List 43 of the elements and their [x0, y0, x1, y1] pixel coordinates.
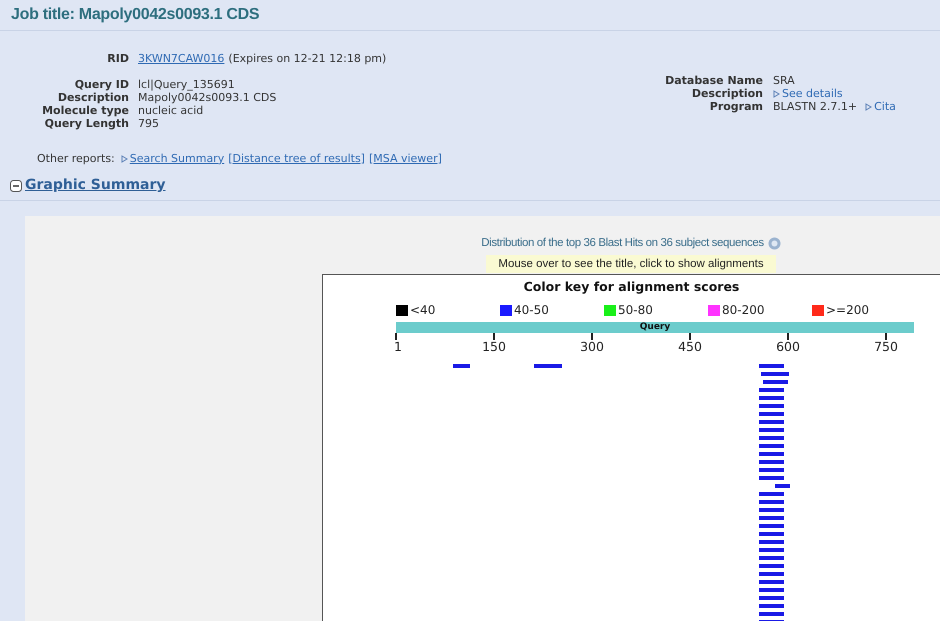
field-value: BLASTN 2.7.1+: [773, 100, 858, 113]
field-value: SRA: [773, 74, 795, 87]
key-label: 80-200: [722, 302, 765, 319]
field-value: lcl|Query_135691: [138, 78, 235, 90]
expiry-note: (Expires on 12-21 12:18 pm): [228, 51, 386, 67]
key-label: <40: [410, 302, 436, 319]
key-label: >=200: [826, 302, 870, 319]
key-label: 40-50: [514, 302, 549, 319]
hint-banner: Mouse over to see the title, click to show alignments: [486, 255, 776, 274]
other-reports-label: Other reports:: [37, 150, 115, 167]
field-value: 795: [138, 116, 159, 130]
section-title-link[interactable]: Graphic Summary: [25, 175, 166, 196]
field-value: Mapoly0042s0093.1 CDS: [138, 90, 276, 104]
distribution-heading: Distribution of the top 36 Blast Hits on 36 subject sequences: [481, 236, 764, 251]
key-label: 50-80: [618, 302, 653, 319]
field-label: RID: [106, 51, 130, 67]
collapse-icon[interactable]: [10, 180, 22, 192]
axis-tick-label: 150: [482, 340, 506, 354]
details-link[interactable]: See details: [773, 87, 843, 100]
triangle-icon: [865, 102, 872, 110]
field-label: Program: [708, 100, 764, 113]
axis-tick-label: 300: [580, 340, 604, 354]
axis-tick-label: 450: [678, 340, 702, 354]
field-label: Molecule type: [41, 104, 130, 116]
job-title: Job title: Mapoly0042s0093.1 CDS: [11, 5, 260, 25]
axis-tick-label: 600: [776, 340, 800, 354]
rid-link[interactable]: 3KWN7CAW016: [138, 51, 224, 68]
report-link[interactable]: [Distance tree of results]: [228, 150, 365, 168]
report-link[interactable]: [MSA viewer]: [368, 150, 442, 168]
triangle-icon: [120, 155, 128, 163]
details-link[interactable]: Cita: [865, 100, 896, 113]
axis-tick-label: 1: [394, 340, 402, 354]
field-label: Description: [690, 87, 764, 100]
field-label: Query ID: [74, 78, 130, 90]
axis-tick-label: 750: [874, 340, 898, 354]
report-link[interactable]: Search Summary: [120, 150, 224, 168]
triangle-icon: [773, 90, 780, 98]
field-value: nucleic acid: [138, 104, 204, 116]
field-label: Query Length: [44, 116, 130, 130]
field-label: Database Name: [664, 74, 764, 87]
query-bar: Query: [396, 322, 914, 333]
color-key-title: Color key for alignment scores: [522, 278, 740, 296]
field-label: Description: [56, 90, 130, 104]
